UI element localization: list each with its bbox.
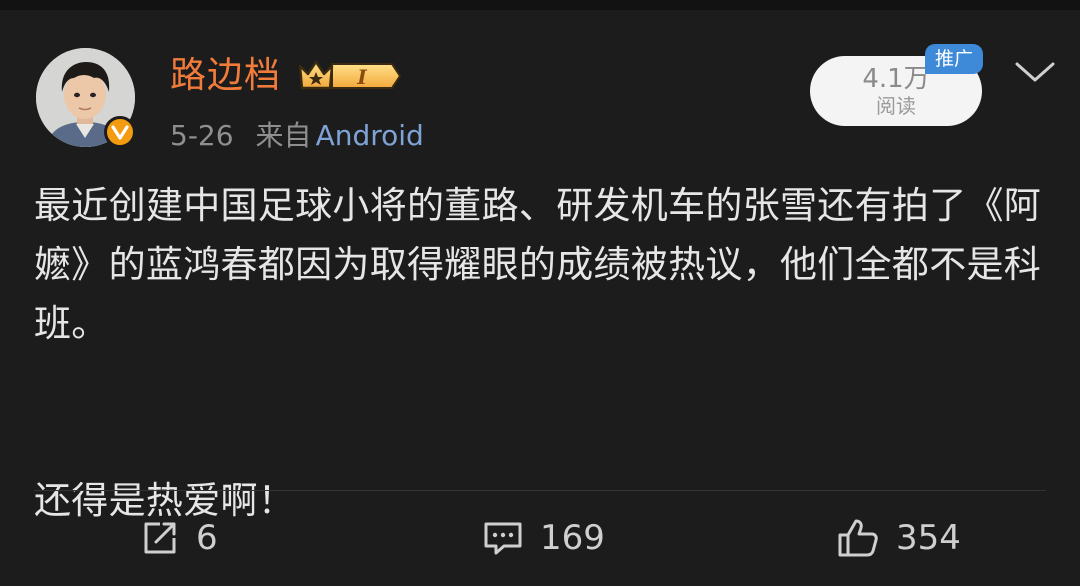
post-menu-button[interactable] [1014, 58, 1056, 86]
repost-count: 6 [196, 518, 218, 558]
level-badge-text: I [356, 65, 367, 89]
verified-badge [104, 116, 136, 148]
source-prefix: 来自 [255, 119, 312, 152]
verified-v-icon [111, 125, 129, 140]
author-name[interactable]: 路边档 [170, 52, 281, 100]
comment-count: 169 [540, 518, 605, 558]
repost-icon [144, 522, 176, 554]
weibo-post-card: 路边档 I 5-26 来自 Android 4.1万 阅读 推广 最近创建中国足… [0, 0, 1080, 586]
post-content: 最近创建中国足球小将的董路、研发机车的张雪还有拍了《阿嬷》的蓝鸿春都因为取得耀眼… [34, 176, 1054, 530]
level-badge[interactable]: I [296, 56, 402, 96]
divider [34, 490, 1046, 491]
post-paragraph: 最近创建中国足球小将的董路、研发机车的张雪还有拍了《阿嬷》的蓝鸿春都因为取得耀眼… [34, 184, 1042, 345]
read-count: 4.1万 [862, 64, 930, 94]
source-link[interactable]: Android [316, 119, 424, 152]
post-meta: 5-26 来自 Android [170, 118, 424, 154]
comment-icon [484, 522, 522, 555]
top-strip [0, 0, 1080, 10]
like-button[interactable]: 354 [836, 514, 961, 562]
like-count: 354 [896, 518, 961, 558]
comment-button[interactable]: 169 [482, 514, 605, 562]
thumbs-up-icon [838, 519, 878, 557]
read-label: 阅读 [876, 94, 916, 118]
repost-button[interactable]: 6 [140, 514, 218, 562]
post-date: 5-26 [170, 119, 234, 152]
chevron-down-icon [1015, 62, 1055, 82]
crown-level-icon: I [298, 60, 402, 90]
promote-tag[interactable]: 推广 [925, 44, 983, 74]
